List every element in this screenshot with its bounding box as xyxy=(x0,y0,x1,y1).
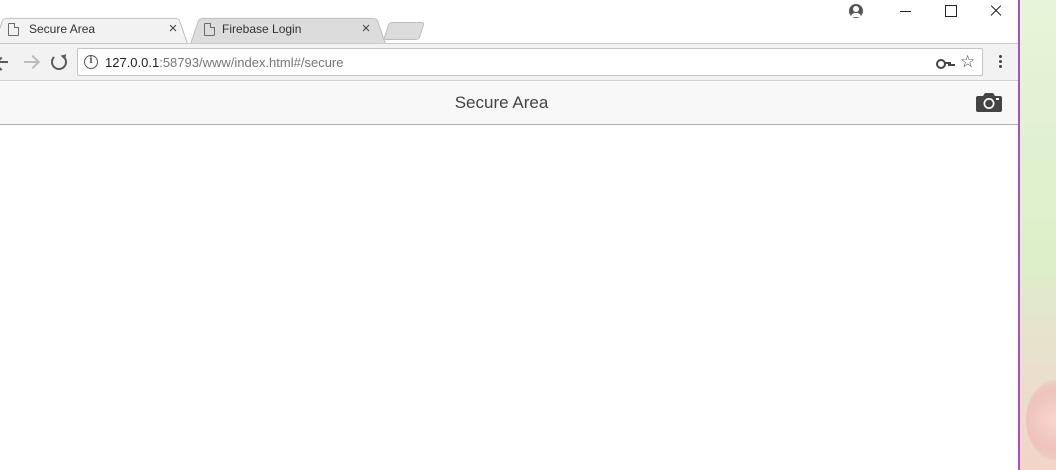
bookmark-star-icon[interactable]: ☆ xyxy=(960,52,975,72)
key-icon[interactable] xyxy=(936,58,952,69)
new-tab-button[interactable] xyxy=(383,22,425,40)
camera-button[interactable] xyxy=(975,91,1005,115)
close-icon[interactable] xyxy=(986,0,1006,22)
url-text[interactable]: 127.0.0.1:58793/www/index.html#/secure xyxy=(105,55,343,70)
site-info-icon[interactable]: i xyxy=(84,55,98,69)
app-header: Secure Area xyxy=(0,81,1018,125)
url-path: :58793/www/index.html#/secure xyxy=(159,55,344,70)
tab-close-icon[interactable]: × xyxy=(166,21,180,37)
desktop-wallpaper-flower xyxy=(1026,380,1056,460)
maximize-icon[interactable] xyxy=(940,0,960,22)
browser-menu-icon[interactable] xyxy=(999,55,1003,71)
page-icon xyxy=(204,23,215,36)
desktop-background xyxy=(1018,0,1056,470)
browser-window: Secure Area × Firebase Login × i 127.0.0… xyxy=(0,0,1018,470)
minimize-icon[interactable] xyxy=(896,0,916,22)
page-content xyxy=(0,125,1018,470)
browser-toolbar: i 127.0.0.1:58793/www/index.html#/secure… xyxy=(0,44,1018,81)
profile-icon[interactable] xyxy=(849,4,863,18)
tab-title: Secure Area xyxy=(29,22,96,36)
url-host: 127.0.0.1 xyxy=(105,55,160,70)
address-bar[interactable]: i 127.0.0.1:58793/www/index.html#/secure… xyxy=(77,48,983,76)
reload-icon[interactable] xyxy=(51,54,67,70)
camera-icon xyxy=(976,93,1002,112)
tab-secure-area[interactable]: Secure Area × xyxy=(0,15,188,44)
forward-arrow-icon[interactable] xyxy=(22,52,40,72)
page-title: Secure Area xyxy=(454,93,549,112)
tab-close-icon[interactable]: × xyxy=(359,21,373,37)
back-arrow-icon[interactable] xyxy=(0,52,12,72)
page-icon xyxy=(8,23,19,36)
tab-firebase-login[interactable]: Firebase Login × xyxy=(190,15,386,44)
tab-strip: Secure Area × Firebase Login × xyxy=(0,0,1018,44)
tab-title: Firebase Login xyxy=(222,22,302,36)
